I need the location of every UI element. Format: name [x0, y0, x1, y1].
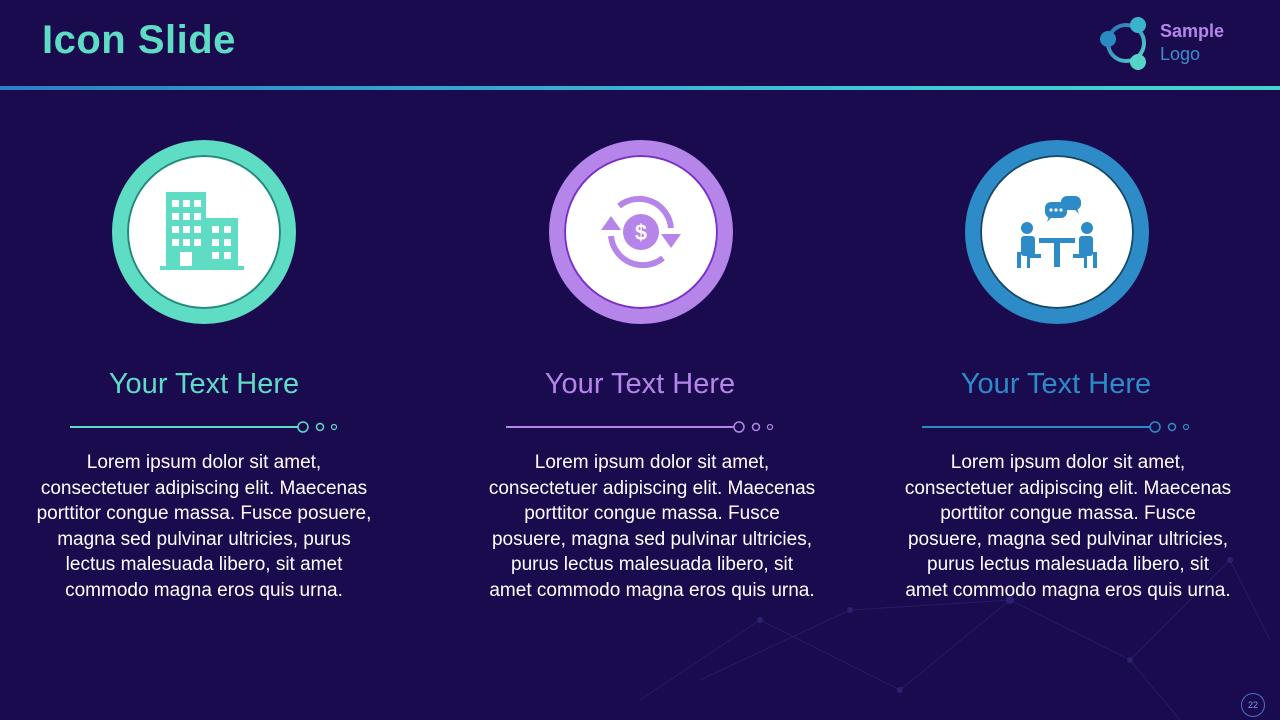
icon-circle-2: $	[549, 140, 733, 324]
feature-column-1: Your Text Here Lorem ipsum dolor sit ame…	[0, 0, 410, 720]
column-heading-3: Your Text Here	[960, 368, 1152, 400]
icon-circle-1	[112, 140, 296, 324]
column-body-3: Lorem ipsum dolor sit amet, consectetuer…	[904, 452, 1232, 601]
page-number: 22	[1241, 693, 1265, 717]
office-building-icon	[160, 192, 244, 270]
column-body-2: Lorem ipsum dolor sit amet, consectetuer…	[488, 452, 816, 601]
icon-circle-3	[965, 140, 1149, 324]
column-heading-1: Your Text Here	[108, 368, 300, 400]
feature-column-2: $ Your Text Here Lorem ipsum dolor sit a…	[436, 0, 846, 720]
heading-divider-3	[922, 421, 1190, 433]
column-heading-2: Your Text Here	[544, 368, 736, 400]
feature-column-3: Your Text Here Lorem ipsum dolor sit ame…	[852, 0, 1262, 720]
dollar-cycle-icon: $	[601, 195, 681, 269]
slide: Icon Slide Sample Logo Your Text Here Lo…	[0, 0, 1280, 720]
svg-text:$: $	[635, 220, 647, 245]
meeting-table-icon	[1017, 196, 1097, 268]
column-body-1: Lorem ipsum dolor sit amet, consectetuer…	[36, 452, 372, 601]
heading-divider-1	[70, 421, 338, 433]
heading-divider-2	[506, 421, 774, 433]
